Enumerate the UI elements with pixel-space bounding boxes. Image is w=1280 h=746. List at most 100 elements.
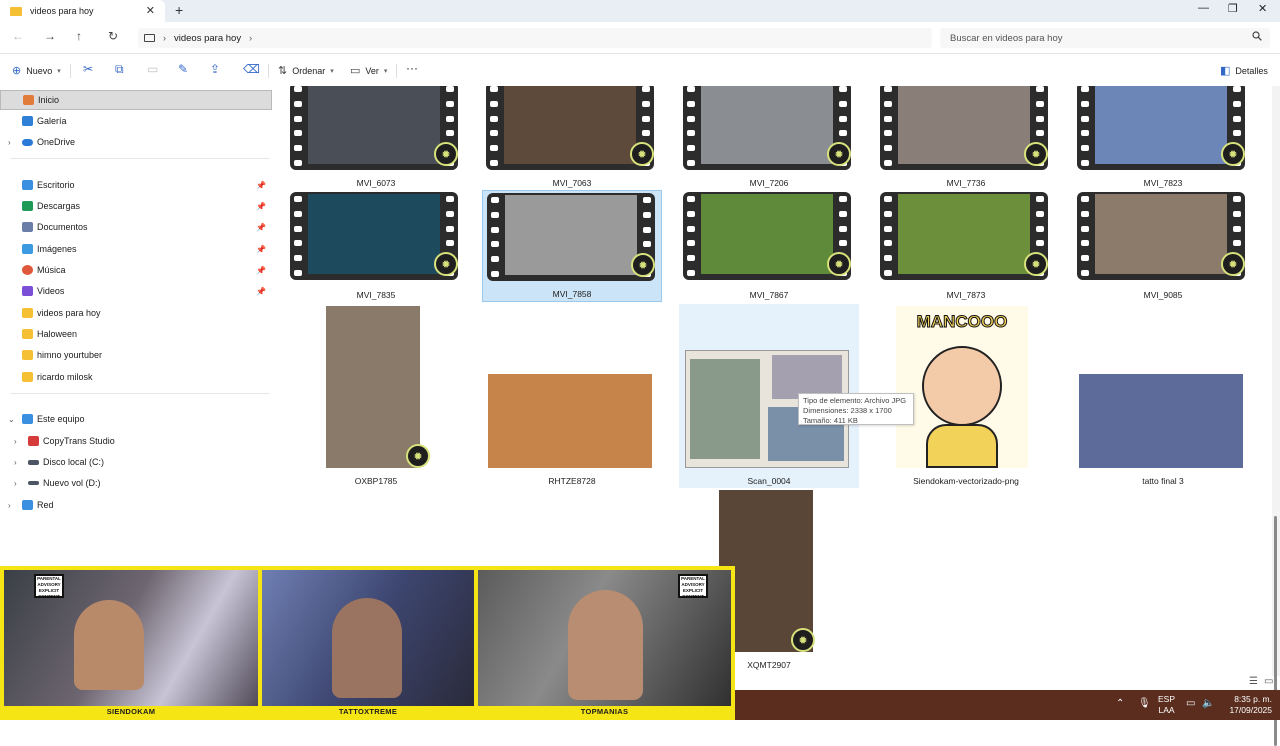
share-button[interactable]: ⇪ — [210, 62, 220, 76]
sidebar-item-haloween[interactable]: Haloween — [0, 324, 272, 344]
folder-icon — [22, 329, 33, 339]
copy-button[interactable]: ⧉ — [115, 62, 124, 77]
file-item[interactable]: ✹ MVI_7063 — [482, 86, 662, 190]
file-item[interactable]: ✹ MVI_9085 — [1073, 190, 1253, 302]
view-button[interactable]: ▭ Ver ▾ — [350, 64, 387, 77]
refresh-button[interactable]: ↻ — [108, 29, 118, 43]
tiles-view-icon[interactable]: ▭ — [1264, 676, 1273, 687]
file-name: MVI_7736 — [946, 178, 986, 188]
chevron-right-icon[interactable]: › — [14, 458, 17, 467]
cartoon-face — [922, 346, 1002, 426]
chevron-right-icon[interactable]: › — [14, 437, 17, 446]
volume-icon[interactable]: 🔈 — [1202, 698, 1214, 709]
breadcrumb[interactable]: › videos para hoy › — [138, 28, 932, 48]
details-view-icon[interactable]: ☰ — [1249, 676, 1258, 687]
sidebar-item-musica[interactable]: Música 📌 — [0, 260, 272, 280]
sidebar-item-label: OneDrive — [37, 137, 76, 147]
video-thumbnail — [487, 193, 655, 281]
forward-button[interactable]: → — [44, 29, 56, 43]
rename-button[interactable]: ✎ — [178, 62, 188, 76]
chevron-down-icon: ▾ — [57, 67, 61, 75]
file-item[interactable]: tatto final 3 — [1073, 304, 1253, 488]
search-icon[interactable] — [1252, 31, 1262, 41]
sidebar-item-red[interactable]: › Red — [0, 495, 272, 515]
breadcrumb-item[interactable]: videos para hoy — [174, 33, 241, 44]
file-item[interactable]: RHTZE8728 — [482, 304, 662, 488]
video-badge-icon: ✹ — [434, 142, 458, 166]
sidebar-item-imagenes[interactable]: Imágenes 📌 — [0, 239, 272, 259]
sidebar-item-escritorio[interactable]: Escritorio 📌 — [0, 175, 272, 195]
sidebar-item-label: himno yourtuber — [37, 350, 103, 360]
file-item[interactable]: ✹ MVI_7835 — [286, 190, 466, 302]
chevron-down-icon[interactable]: ⌄ — [8, 415, 15, 424]
drive-icon — [28, 481, 39, 485]
up-button[interactable]: ↑ — [76, 29, 82, 43]
file-name: MVI_7873 — [946, 290, 986, 300]
chevron-right-icon[interactable]: › — [163, 33, 166, 43]
title-bar: videos para hoy ✕ + — ❐ ✕ — [0, 0, 1280, 22]
maximize-button[interactable]: ❐ — [1228, 2, 1238, 15]
sidebar-item-videos-para-hoy[interactable]: videos para hoy — [0, 303, 272, 323]
cut-button[interactable]: ✂ — [83, 62, 93, 76]
file-item[interactable]: ✹ MVI_7873 — [876, 190, 1056, 302]
chevron-right-icon[interactable]: › — [14, 479, 17, 488]
delete-button[interactable]: ⌫ — [243, 62, 260, 76]
sidebar-item-videos[interactable]: Videos 📌 — [0, 281, 272, 301]
close-window-button[interactable]: ✕ — [1258, 2, 1267, 15]
back-button[interactable]: ← — [12, 29, 24, 43]
sidebar-item-label: Documentos — [37, 222, 88, 232]
sidebar-item-galeria[interactable]: Galería — [0, 111, 272, 131]
details-button[interactable]: ◧ Detalles — [1220, 64, 1268, 77]
display-icon[interactable]: ▭ — [1186, 698, 1195, 709]
vertical-scrollbar[interactable] — [1272, 86, 1280, 746]
chevron-up-icon[interactable]: ⌃ — [1116, 698, 1124, 709]
clock[interactable]: 8:35 p. m. 17/09/2025 — [1224, 694, 1272, 716]
sidebar-item-copytrans-studio[interactable]: › CopyTrans Studio — [0, 431, 272, 451]
sidebar-item-nuevo-vol-d[interactable]: › Nuevo vol (D:) — [0, 473, 272, 493]
computer-icon — [22, 414, 33, 424]
file-item[interactable]: ✹ MVI_7823 — [1073, 86, 1253, 190]
more-options-button[interactable]: ··· — [406, 61, 418, 75]
file-item[interactable]: ✹ MVI_7858 — [482, 190, 662, 302]
file-item[interactable]: ✹ OXBP1785 — [286, 304, 466, 488]
parental-advisory-logo: PARENTAL ADVISORY EXPLICIT CONTENT — [34, 574, 64, 599]
new-button[interactable]: ⊕ Nuevo ▾ — [12, 64, 61, 77]
app-icon — [28, 436, 39, 446]
minimize-button[interactable]: — — [1198, 2, 1209, 14]
sidebar-item-himno-yourtuber[interactable]: himno yourtuber — [0, 345, 272, 365]
search-input[interactable]: Buscar en videos para hoy — [940, 28, 1270, 48]
video-thumbnail — [1077, 86, 1245, 170]
chevron-right-icon[interactable]: › — [8, 138, 11, 147]
file-name: RHTZE8728 — [548, 476, 596, 486]
sidebar-item-ricardo-milosk[interactable]: ricardo milosk — [0, 367, 272, 387]
sidebar-item-disco-local-c[interactable]: › Disco local (C:) — [0, 452, 272, 472]
chevron-right-icon[interactable]: › — [8, 501, 11, 510]
details-label: Detalles — [1235, 65, 1268, 76]
video-thumbnail — [683, 192, 851, 280]
sidebar-item-descargas[interactable]: Descargas 📌 — [0, 196, 272, 216]
file-name: MVI_7867 — [749, 290, 789, 300]
new-tab-button[interactable]: + — [175, 2, 183, 18]
chevron-right-icon[interactable]: › — [249, 33, 252, 43]
tab-close-button[interactable]: ✕ — [146, 4, 155, 17]
sidebar-item-documentos[interactable]: Documentos 📌 — [0, 217, 272, 237]
language-indicator[interactable]: ESP LAA — [1158, 694, 1175, 716]
webcam-feed: PARENTAL ADVISORY EXPLICIT CONTENT — [4, 570, 258, 706]
file-item[interactable]: ✹ MVI_7736 — [876, 86, 1056, 190]
network-icon — [22, 500, 33, 510]
divider — [10, 158, 270, 159]
sidebar-item-este-equipo[interactable]: ⌄ Este equipo — [0, 409, 272, 429]
file-item[interactable]: ✹ MVI_7206 — [679, 86, 859, 190]
paste-button[interactable]: ▭ — [147, 62, 158, 76]
image-thumbnail — [488, 374, 652, 468]
divider — [268, 64, 269, 78]
microphone-icon[interactable]: 🎙 — [1138, 698, 1151, 709]
sort-button[interactable]: ⇅ Ordenar ▾ — [278, 64, 334, 77]
view-label: Ver — [365, 65, 379, 76]
tab-videos-para-hoy[interactable]: videos para hoy ✕ — [0, 0, 165, 22]
file-item[interactable]: ✹ MVI_7867 — [679, 190, 859, 302]
sidebar-item-inicio[interactable]: Inicio — [0, 90, 272, 110]
parental-advisory-logo: PARENTAL ADVISORY EXPLICIT CONTENT — [678, 574, 708, 599]
sidebar-item-onedrive[interactable]: › OneDrive — [0, 132, 272, 152]
file-item[interactable]: ✹ MVI_6073 — [286, 86, 466, 190]
